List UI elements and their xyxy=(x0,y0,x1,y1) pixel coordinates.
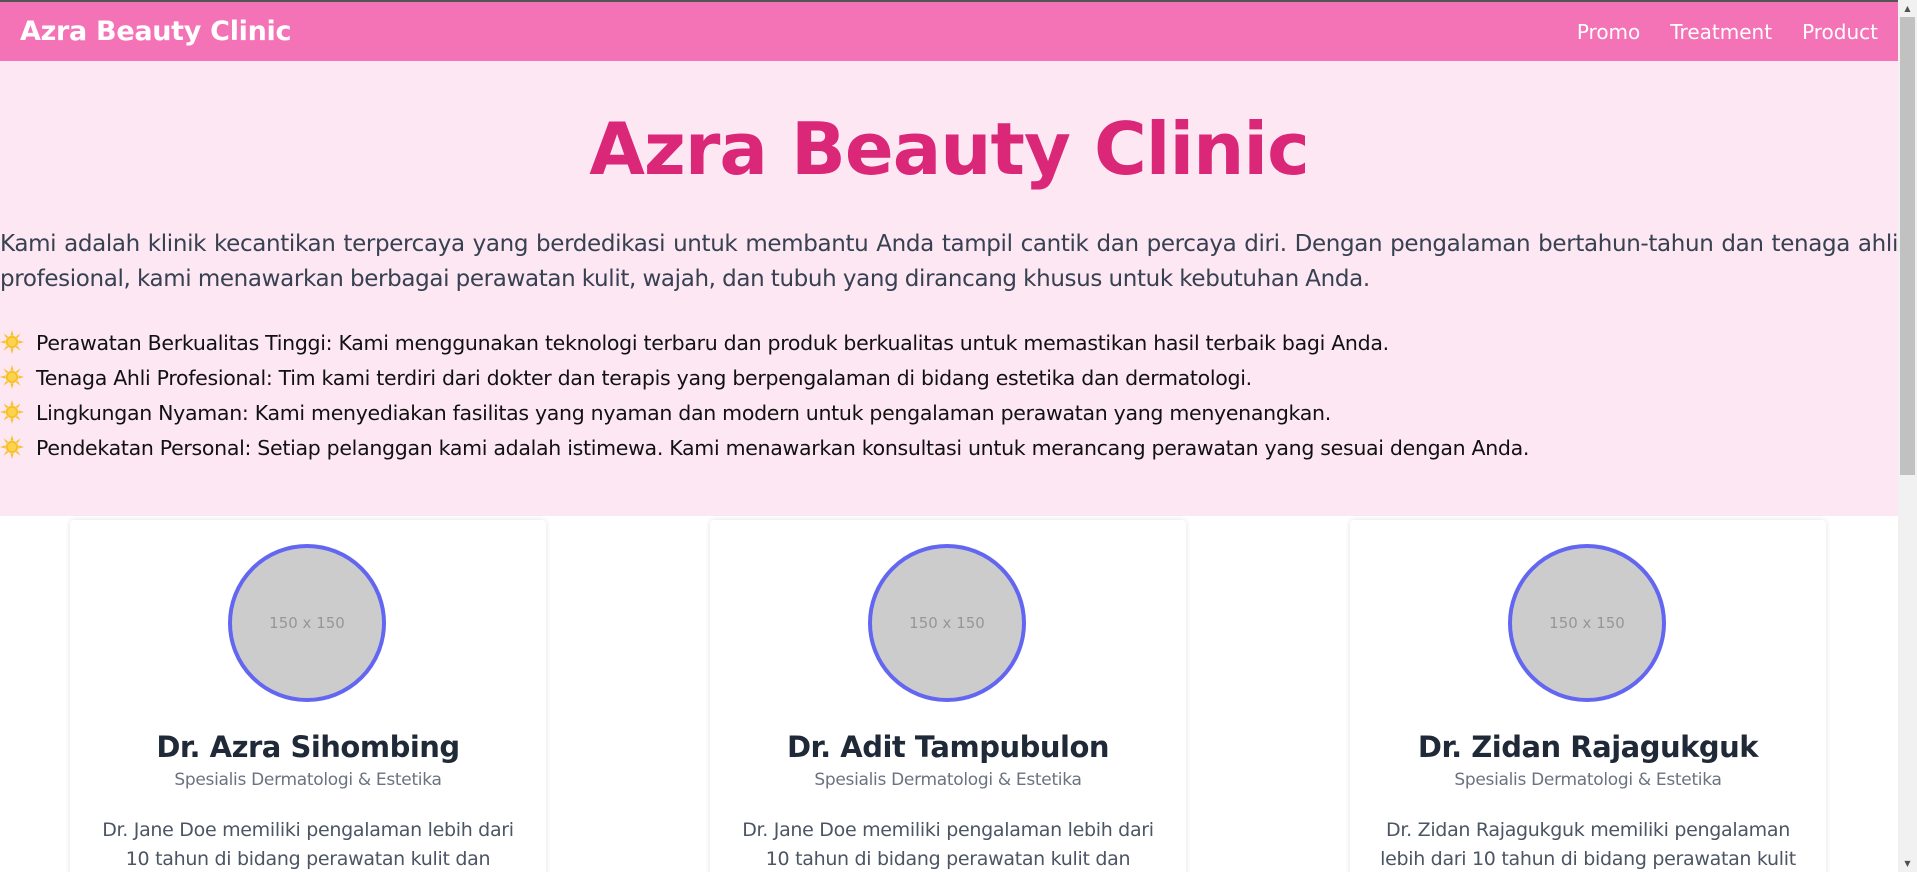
feature-item: Perawatan Berkualitas Tinggi: Kami mengg… xyxy=(0,326,1898,361)
feature-list: Perawatan Berkualitas Tinggi: Kami mengg… xyxy=(0,326,1898,466)
feature-item: Tenaga Ahli Profesional: Tim kami terdir… xyxy=(0,361,1898,396)
doctors-section: 150 x 150 Dr. Azra Sihombing Spesialis D… xyxy=(0,516,1898,872)
hero-description: Kami adalah klinik kecantikan terpercaya… xyxy=(0,231,1898,292)
doctor-name: Dr. Zidan Rajagukguk xyxy=(1417,730,1759,764)
sun-emoji-icon xyxy=(0,400,24,424)
doctor-description: Dr. Zidan Rajagukguk memiliki pengalaman… xyxy=(1380,819,1796,870)
feature-item: Lingkungan Nyaman: Kami menyediakan fasi… xyxy=(0,396,1898,431)
doctor-specialty: Spesialis Dermatologi & Estetika xyxy=(1454,770,1722,790)
page: Azra Beauty Clinic Promo Treatment Produ… xyxy=(0,0,1898,872)
doctor-name: Dr. Azra Sihombing xyxy=(156,730,460,764)
feature-text: Tenaga Ahli Profesional: Tim kami terdir… xyxy=(36,366,1252,390)
doctor-avatar-placeholder: 150 x 150 xyxy=(1508,544,1666,702)
feature-item: Pendekatan Personal: Setiap pelanggan ka… xyxy=(0,431,1898,466)
scroll-up-arrow-icon[interactable]: ▲ xyxy=(1898,0,1917,17)
feature-text: Pendekatan Personal: Setiap pelanggan ka… xyxy=(36,436,1530,460)
doctor-description: Dr. Jane Doe memiliki pengalaman lebih d… xyxy=(742,819,1154,870)
doctor-name: Dr. Adit Tampubulon xyxy=(786,730,1110,764)
doctor-description: Dr. Jane Doe memiliki pengalaman lebih d… xyxy=(102,819,514,870)
sun-emoji-icon xyxy=(0,365,24,389)
nav-links: Promo Treatment Product xyxy=(1577,20,1878,44)
nav-link-promo[interactable]: Promo xyxy=(1577,20,1640,44)
nav-link-product[interactable]: Product xyxy=(1802,20,1878,44)
scrollbar-thumb[interactable] xyxy=(1900,17,1915,475)
doctor-specialty: Spesialis Dermatologi & Estetika xyxy=(814,770,1082,790)
doctor-card: 150 x 150 Dr. Azra Sihombing Spesialis D… xyxy=(70,520,546,872)
sun-emoji-icon xyxy=(0,435,24,459)
nav-link-treatment[interactable]: Treatment xyxy=(1670,20,1772,44)
hero-title: Azra Beauty Clinic xyxy=(589,107,1310,191)
feature-text: Perawatan Berkualitas Tinggi: Kami mengg… xyxy=(36,331,1389,355)
doctor-avatar-placeholder: 150 x 150 xyxy=(228,544,386,702)
navbar: Azra Beauty Clinic Promo Treatment Produ… xyxy=(0,0,1898,61)
doctor-specialty: Spesialis Dermatologi & Estetika xyxy=(174,770,442,790)
hero-section: Azra Beauty Clinic Kami adalah klinik ke… xyxy=(0,61,1898,516)
vertical-scrollbar[interactable]: ▲ ▼ xyxy=(1898,0,1917,872)
doctor-card: 150 x 150 Dr. Zidan Rajagukguk Spesialis… xyxy=(1350,520,1826,872)
sun-emoji-icon xyxy=(0,330,24,354)
feature-text: Lingkungan Nyaman: Kami menyediakan fasi… xyxy=(36,401,1331,425)
brand-logo[interactable]: Azra Beauty Clinic xyxy=(20,16,292,47)
scroll-down-arrow-icon[interactable]: ▼ xyxy=(1898,855,1917,872)
doctor-card: 150 x 150 Dr. Adit Tampubulon Spesialis … xyxy=(710,520,1186,872)
doctor-avatar-placeholder: 150 x 150 xyxy=(868,544,1026,702)
